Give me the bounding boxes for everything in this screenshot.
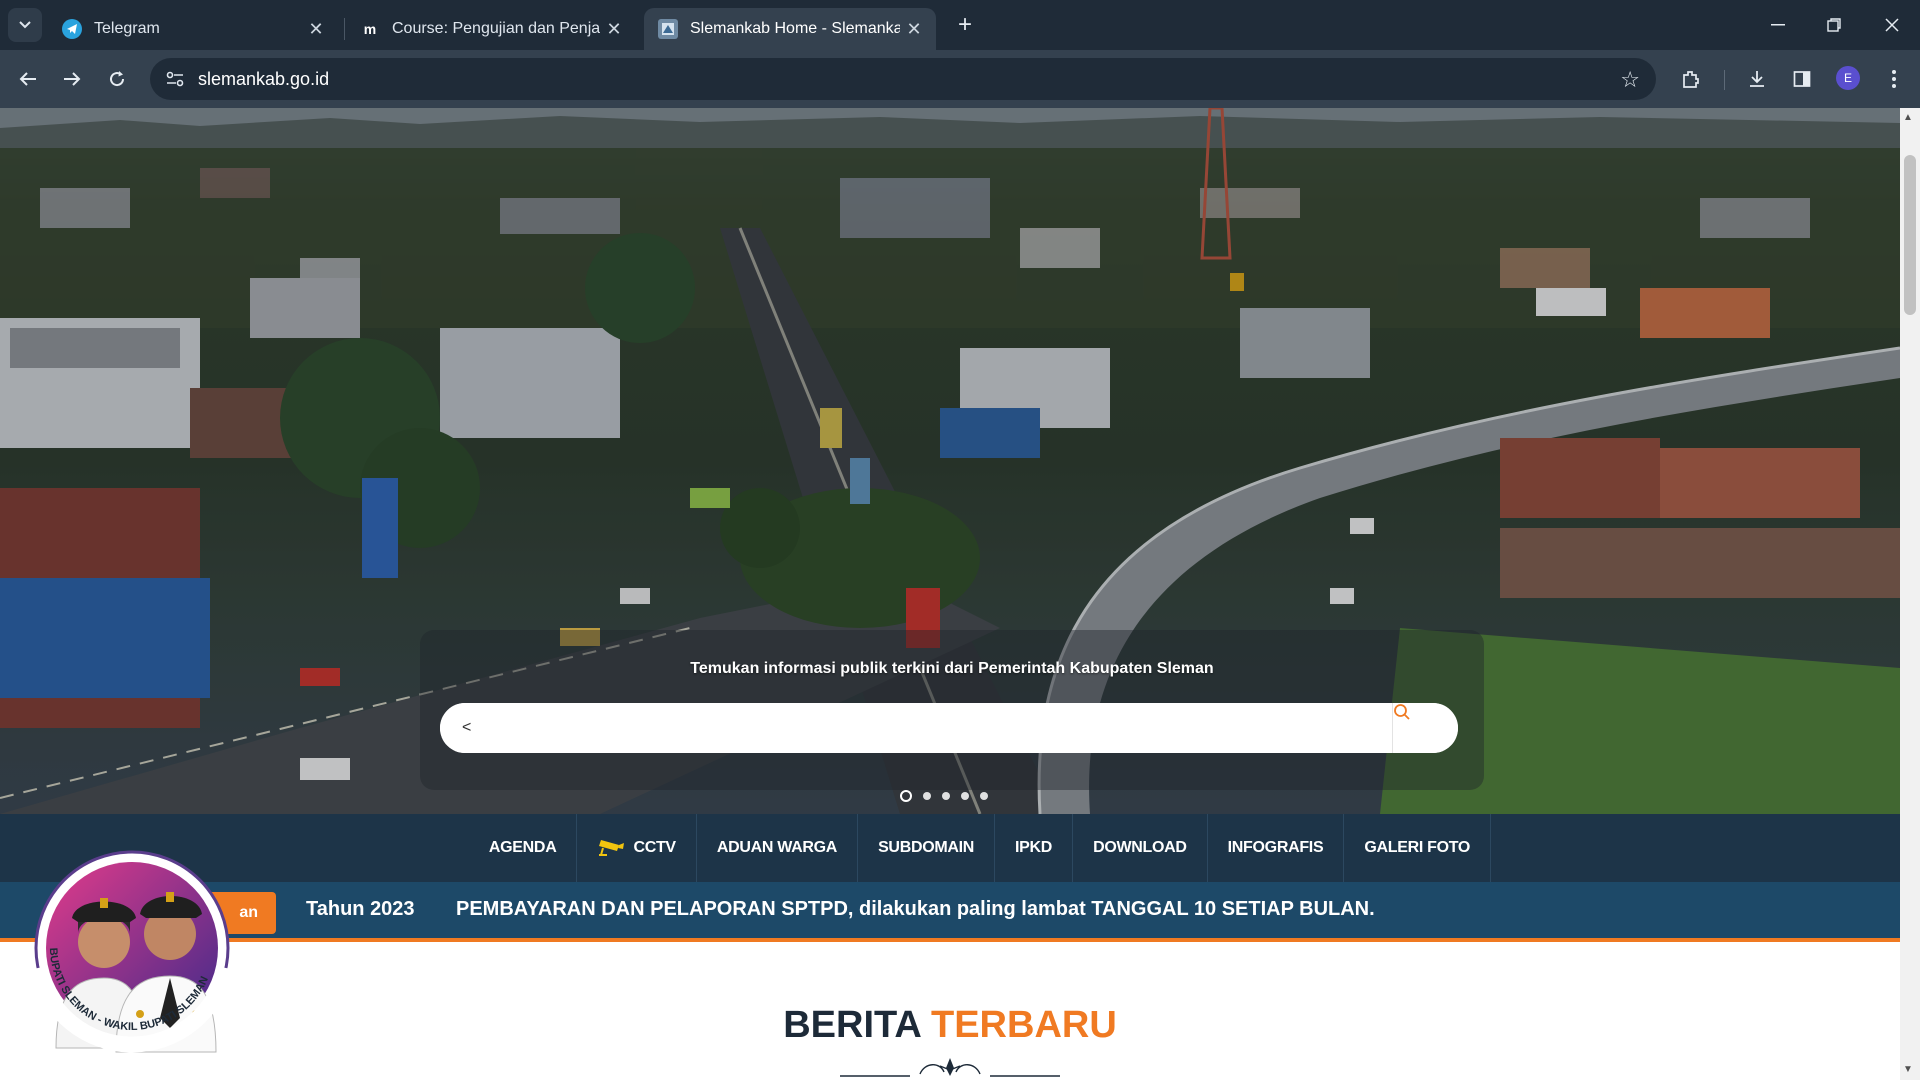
tab-search-icon[interactable] (8, 8, 42, 42)
new-tab-icon[interactable]: + (950, 10, 980, 40)
slider-dot[interactable] (923, 792, 931, 800)
menu-item-aduan-warga[interactable]: ADUAN WARGA (697, 814, 859, 882)
main-menu: AGENDA CCTV ADUAN WARGA SUBDOMAIN IPKD D… (0, 814, 1900, 882)
slemankab-favicon-icon (658, 19, 678, 39)
download-icon[interactable] (1739, 61, 1775, 97)
slider-dot[interactable] (942, 792, 950, 800)
bookmark-star-icon[interactable]: ☆ (1620, 67, 1640, 93)
tab-title: Course: Pengujian dan Penjamin (392, 20, 600, 37)
scrollbar-thumb[interactable] (1904, 155, 1916, 315)
ticker-prefix[interactable]: Tahun 2023 (306, 898, 415, 921)
scroll-down-arrow-icon[interactable]: ▼ (1903, 1064, 1913, 1075)
minimize-icon[interactable] (1750, 0, 1806, 50)
ornament-divider-icon (840, 1056, 1060, 1080)
profile-avatar[interactable]: E (1836, 66, 1860, 90)
section-title: BERITA TERBARU (0, 1004, 1900, 1047)
slider-dot[interactable] (961, 792, 969, 800)
site-info-icon[interactable] (154, 58, 196, 100)
ticker-message[interactable]: PEMBAYARAN DAN PELAPORAN SPTPD, dilakuka… (456, 898, 1375, 921)
menu-item-subdomain[interactable]: SUBDOMAIN (858, 814, 996, 882)
browser-toolbar: slemankab.go.id ☆ (0, 50, 1920, 108)
search-box (440, 703, 1458, 753)
url-text: slemankab.go.id (198, 68, 330, 89)
extensions-icon[interactable] (1673, 61, 1709, 97)
news-ticker: an Tahun 2023 PEMBAYARAN DAN PELAPORAN S… (0, 882, 1900, 942)
menu-item-cctv[interactable]: CCTV (577, 814, 697, 882)
menu-item-label: CCTV (633, 839, 676, 856)
officials-badge[interactable]: BUPATI SLEMAN - WAKIL BUPATI SLEMAN (20, 818, 242, 1058)
search-input[interactable] (440, 703, 1392, 753)
search-button[interactable] (1392, 703, 1458, 753)
hero-slider: Temukan informasi publik terkini dari Pe… (0, 108, 1900, 814)
section-title-main: BERITA (783, 1004, 921, 1046)
window-close-icon[interactable] (1864, 0, 1920, 50)
slider-dot[interactable] (900, 790, 912, 802)
tab-divider (344, 18, 345, 40)
menu-item-galeri-foto[interactable]: GALERI FOTO (1344, 814, 1492, 882)
menu-item-agenda[interactable]: AGENDA (469, 814, 578, 882)
moodle-icon: m (363, 21, 377, 37)
menu-item-ipkd[interactable]: IPKD (995, 814, 1074, 882)
menu-item-infografis[interactable]: INFOGRAFIS (1208, 814, 1345, 882)
section-title-accent: TERBARU (931, 1004, 1117, 1046)
telegram-icon (62, 19, 82, 39)
slider-dots (900, 790, 988, 802)
tab-title: Slemankab Home - Slemankab (690, 20, 900, 37)
tab-slemankab[interactable]: Slemankab Home - Slemankab ✕ (644, 8, 936, 50)
restore-icon[interactable] (1806, 0, 1862, 50)
slider-dot[interactable] (980, 792, 988, 800)
toolbar-divider (1724, 70, 1725, 90)
menu-item-download[interactable]: DOWNLOAD (1073, 814, 1208, 882)
browser-tab-strip: Telegram ✕ m Course: Pengujian dan Penja… (0, 0, 1920, 50)
side-panel-icon[interactable] (1784, 61, 1820, 97)
tab-title: Telegram (94, 20, 160, 37)
cctv-camera-icon (597, 836, 625, 861)
back-icon[interactable] (10, 61, 46, 97)
close-icon[interactable]: ✕ (900, 19, 928, 40)
scroll-up-arrow-icon[interactable]: ▲ (1903, 112, 1913, 123)
address-bar[interactable]: slemankab.go.id ☆ (150, 58, 1656, 100)
page-viewport: Temukan informasi publik terkini dari Pe… (0, 108, 1900, 1080)
close-icon[interactable]: ✕ (302, 19, 330, 40)
reload-icon[interactable] (99, 61, 135, 97)
menu-kebab-icon[interactable] (1876, 61, 1912, 97)
tab-course[interactable]: m Course: Pengujian dan Penjamin ✕ (346, 8, 636, 50)
close-icon[interactable]: ✕ (600, 19, 628, 40)
tab-telegram[interactable]: Telegram ✕ (48, 8, 338, 50)
forward-icon[interactable] (54, 61, 90, 97)
hero-caption: Temukan informasi publik terkini dari Pe… (690, 660, 1214, 677)
